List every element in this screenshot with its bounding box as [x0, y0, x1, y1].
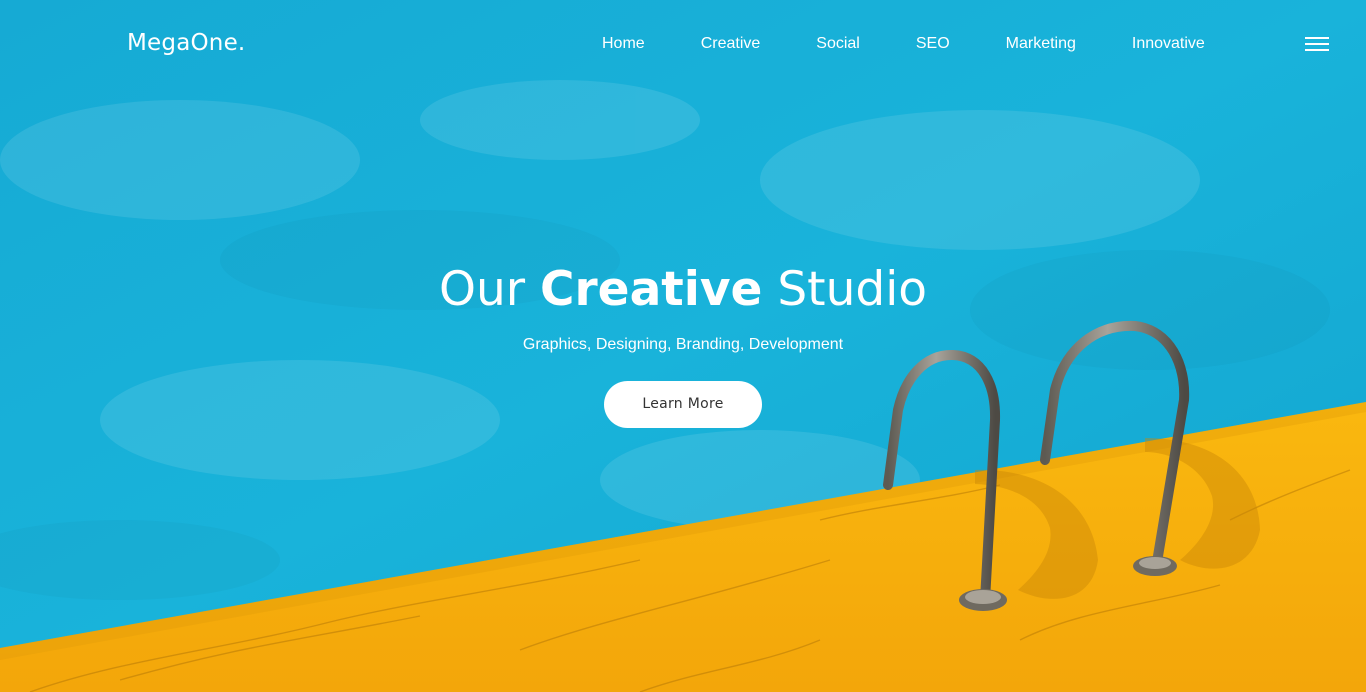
nav-item-home[interactable]: Home [574, 31, 673, 57]
logo[interactable]: MegaOne. [127, 26, 245, 60]
nav-item-innovative[interactable]: Innovative [1104, 31, 1233, 57]
hero-title-prefix: Our [438, 262, 526, 317]
nav-item-creative[interactable]: Creative [673, 31, 789, 57]
hamburger-icon[interactable] [1300, 32, 1330, 56]
hero-title: Our Creative Studio [383, 258, 983, 322]
hero-subtitle: Graphics, Designing, Branding, Developme… [522, 336, 844, 353]
hero-content: Our Creative Studio Graphics, Designing,… [383, 258, 983, 428]
learn-more-button[interactable]: Learn More [604, 381, 762, 428]
nav-menu: Home Creative Social SEO Marketing Innov… [574, 31, 1233, 57]
nav-item-social[interactable]: Social [788, 31, 888, 57]
nav-item-marketing[interactable]: Marketing [978, 31, 1104, 57]
hero-section: MegaOne. Home Creative Social SEO Market… [0, 0, 1366, 692]
hero-title-bold: Creative [540, 262, 763, 317]
navbar: MegaOne. Home Creative Social SEO Market… [0, 0, 1366, 90]
hero-title-suffix: Studio [777, 262, 928, 317]
nav-item-seo[interactable]: SEO [888, 31, 978, 57]
